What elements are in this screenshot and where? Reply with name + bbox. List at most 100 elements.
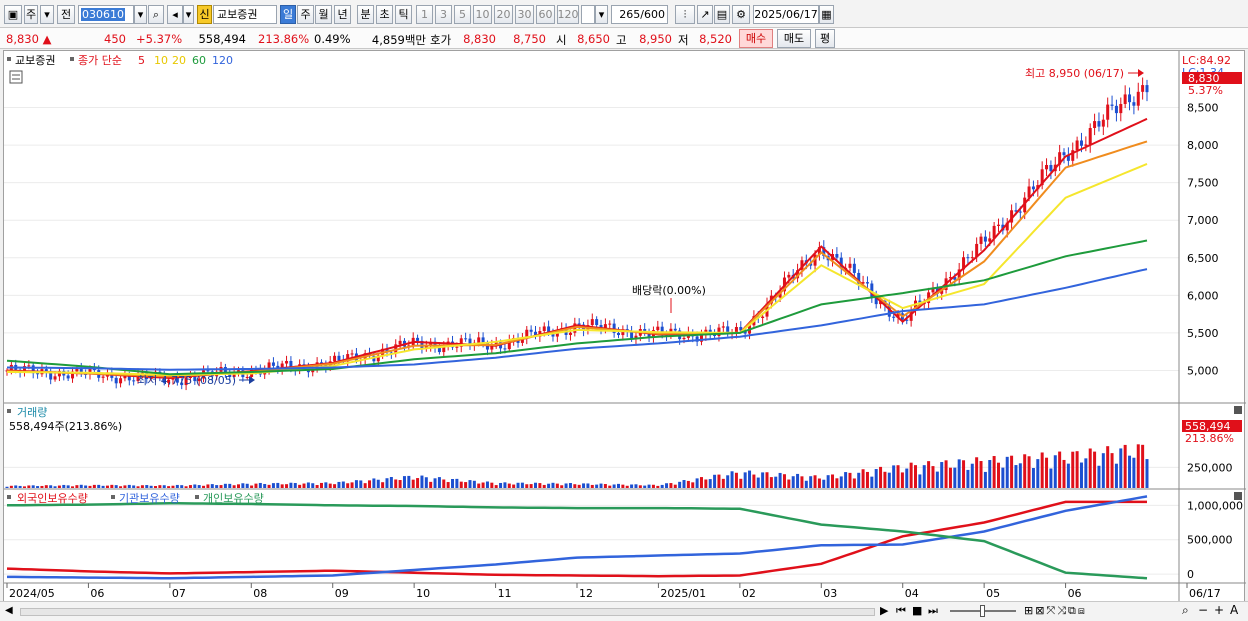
price-panel-title[interactable]: 교보증권 (15, 54, 55, 67)
volume: 558,494 (198, 32, 246, 46)
interval-custom-input[interactable] (581, 5, 595, 24)
ma-120-label[interactable]: 120 (212, 54, 233, 67)
volume-bar (210, 484, 214, 488)
scroll-left-icon[interactable]: ◀ (5, 605, 13, 616)
horizontal-scrollbar[interactable] (20, 608, 875, 616)
institution-title[interactable]: 기관보유수량 (119, 492, 180, 505)
volume-bar (92, 484, 96, 488)
code-dropdown-icon[interactable]: ▾ (134, 5, 147, 24)
evaluate-button[interactable]: 평 (815, 29, 835, 48)
speaker-icon[interactable]: ◂ (167, 5, 183, 24)
volume-bar (634, 484, 638, 488)
window-menu-icon[interactable]: ▣ (4, 5, 22, 24)
volume-bar (271, 483, 275, 488)
ma-60-line[interactable] (6, 239, 1148, 376)
low-label: 저 (678, 33, 689, 47)
volume-bar (844, 472, 848, 488)
candle-body (350, 353, 354, 355)
save-icon[interactable]: ▤ (714, 5, 730, 24)
volume-bar (9, 485, 13, 488)
ma-title[interactable]: 종가 단순 (78, 54, 122, 67)
period-year[interactable]: 년 (334, 5, 351, 24)
volume-bar (18, 485, 22, 488)
zoom-in-icon[interactable]: + (1214, 603, 1224, 617)
volume-bar (368, 480, 372, 488)
candle-body (966, 257, 970, 259)
chart-tools-icon[interactable]: ↗ (697, 5, 713, 24)
volume-title[interactable]: 거래량 (17, 406, 47, 419)
zoom-search-icon[interactable]: ⌕ (1182, 603, 1189, 618)
period-week[interactable]: 주 (297, 5, 314, 24)
ma-10-label[interactable]: 10 (154, 54, 168, 67)
foreign-title[interactable]: 외국인보유수량 (17, 492, 88, 505)
ma-60-label[interactable]: 60 (192, 54, 206, 67)
interval-20[interactable]: 20 (494, 5, 513, 24)
fast-forward-icon[interactable]: ⏭ (928, 604, 938, 618)
date-input[interactable]: 2025/06/17 (753, 5, 819, 24)
buy-button[interactable]: 매수 (739, 29, 773, 48)
candle-type-icon[interactable]: ⫶ (675, 5, 695, 24)
interval-60[interactable]: 60 (536, 5, 555, 24)
candle-body (416, 337, 420, 341)
period-second[interactable]: 초 (376, 5, 393, 24)
period-tick[interactable]: 틱 (395, 5, 412, 24)
period-month[interactable]: 월 (315, 5, 332, 24)
interval-30[interactable]: 30 (515, 5, 534, 24)
price-tick-label: 7,500 (1187, 177, 1219, 190)
zoom-out-icon[interactable]: − (1198, 603, 1208, 617)
search-icon[interactable]: ⌕ (148, 5, 164, 24)
candle-body (577, 323, 581, 325)
speaker-dropdown-icon[interactable]: ▾ (183, 5, 194, 24)
ma-120-line[interactable] (7, 268, 1148, 371)
volume-bar (75, 485, 79, 488)
volume-bar (970, 463, 974, 488)
market-select[interactable]: 주 (24, 5, 38, 24)
scroll-right-icon[interactable]: ▶ (880, 604, 888, 617)
interval-10[interactable]: 10 (473, 5, 492, 24)
gear-icon[interactable]: ⚙ (732, 5, 750, 24)
individual-title[interactable]: 개인보유수량 (203, 492, 264, 505)
volume-bar (813, 475, 817, 488)
interval-dropdown-icon[interactable]: ▾ (595, 5, 608, 24)
candle-body (983, 236, 987, 242)
chart-svg[interactable]: 교보증권 종가 단순 5 10 20 60 120 LC:84.92 LC:1.… (4, 51, 1246, 603)
prev-button[interactable]: 전 (57, 5, 75, 24)
holdings-tick-label: 0 (1187, 568, 1194, 581)
ma-5-label[interactable]: 5 (138, 54, 145, 67)
volume-bar (381, 482, 385, 488)
font-size-icon[interactable]: A (1230, 603, 1238, 617)
table-toggle-icon[interactable] (9, 70, 23, 84)
chart-area[interactable]: 교보증권 종가 단순 5 10 20 60 120 LC:84.92 LC:1.… (3, 50, 1246, 603)
holdings-bullet-icon (7, 495, 11, 499)
x-tick-label: 11 (498, 587, 512, 600)
stop-icon[interactable]: ■ (912, 604, 922, 617)
calendar-icon[interactable]: ▦ (819, 5, 834, 24)
volume-close-icon[interactable] (1234, 406, 1242, 414)
volume-bar (44, 485, 48, 488)
zoom-slider-handle[interactable] (980, 605, 985, 617)
candle-body (761, 316, 765, 319)
volume-bar (765, 472, 769, 488)
stock-code-input[interactable]: 030610 (78, 5, 134, 24)
rewind-icon[interactable]: ⏮ (896, 604, 906, 618)
volume-bar (914, 465, 918, 488)
volume-bar (1119, 448, 1123, 488)
interval-3[interactable]: 3 (435, 5, 452, 24)
stock-name: 교보증권 (213, 5, 277, 24)
period-day[interactable]: 일 (280, 5, 296, 24)
interval-1[interactable]: 1 (416, 5, 433, 24)
interval-120[interactable]: 120 (557, 5, 579, 24)
sell-button[interactable]: 매도 (777, 29, 811, 48)
individual-holdings-line[interactable] (7, 502, 1148, 580)
volume-bar (656, 485, 660, 488)
volume-bar (1097, 465, 1101, 488)
volume-bar (31, 485, 35, 488)
interval-5[interactable]: 5 (454, 5, 471, 24)
ma-10-line[interactable] (6, 140, 1148, 378)
ma-20-label[interactable]: 20 (172, 54, 186, 67)
period-minute[interactable]: 분 (357, 5, 374, 24)
bar-count-input[interactable]: 265/600 (611, 5, 668, 24)
market-dropdown-icon[interactable]: ▾ (40, 5, 54, 24)
drawing-tools-icons[interactable]: ⊞⊠⤧⤨⧉⧈ (1024, 604, 1087, 618)
volume-bar (861, 469, 865, 488)
